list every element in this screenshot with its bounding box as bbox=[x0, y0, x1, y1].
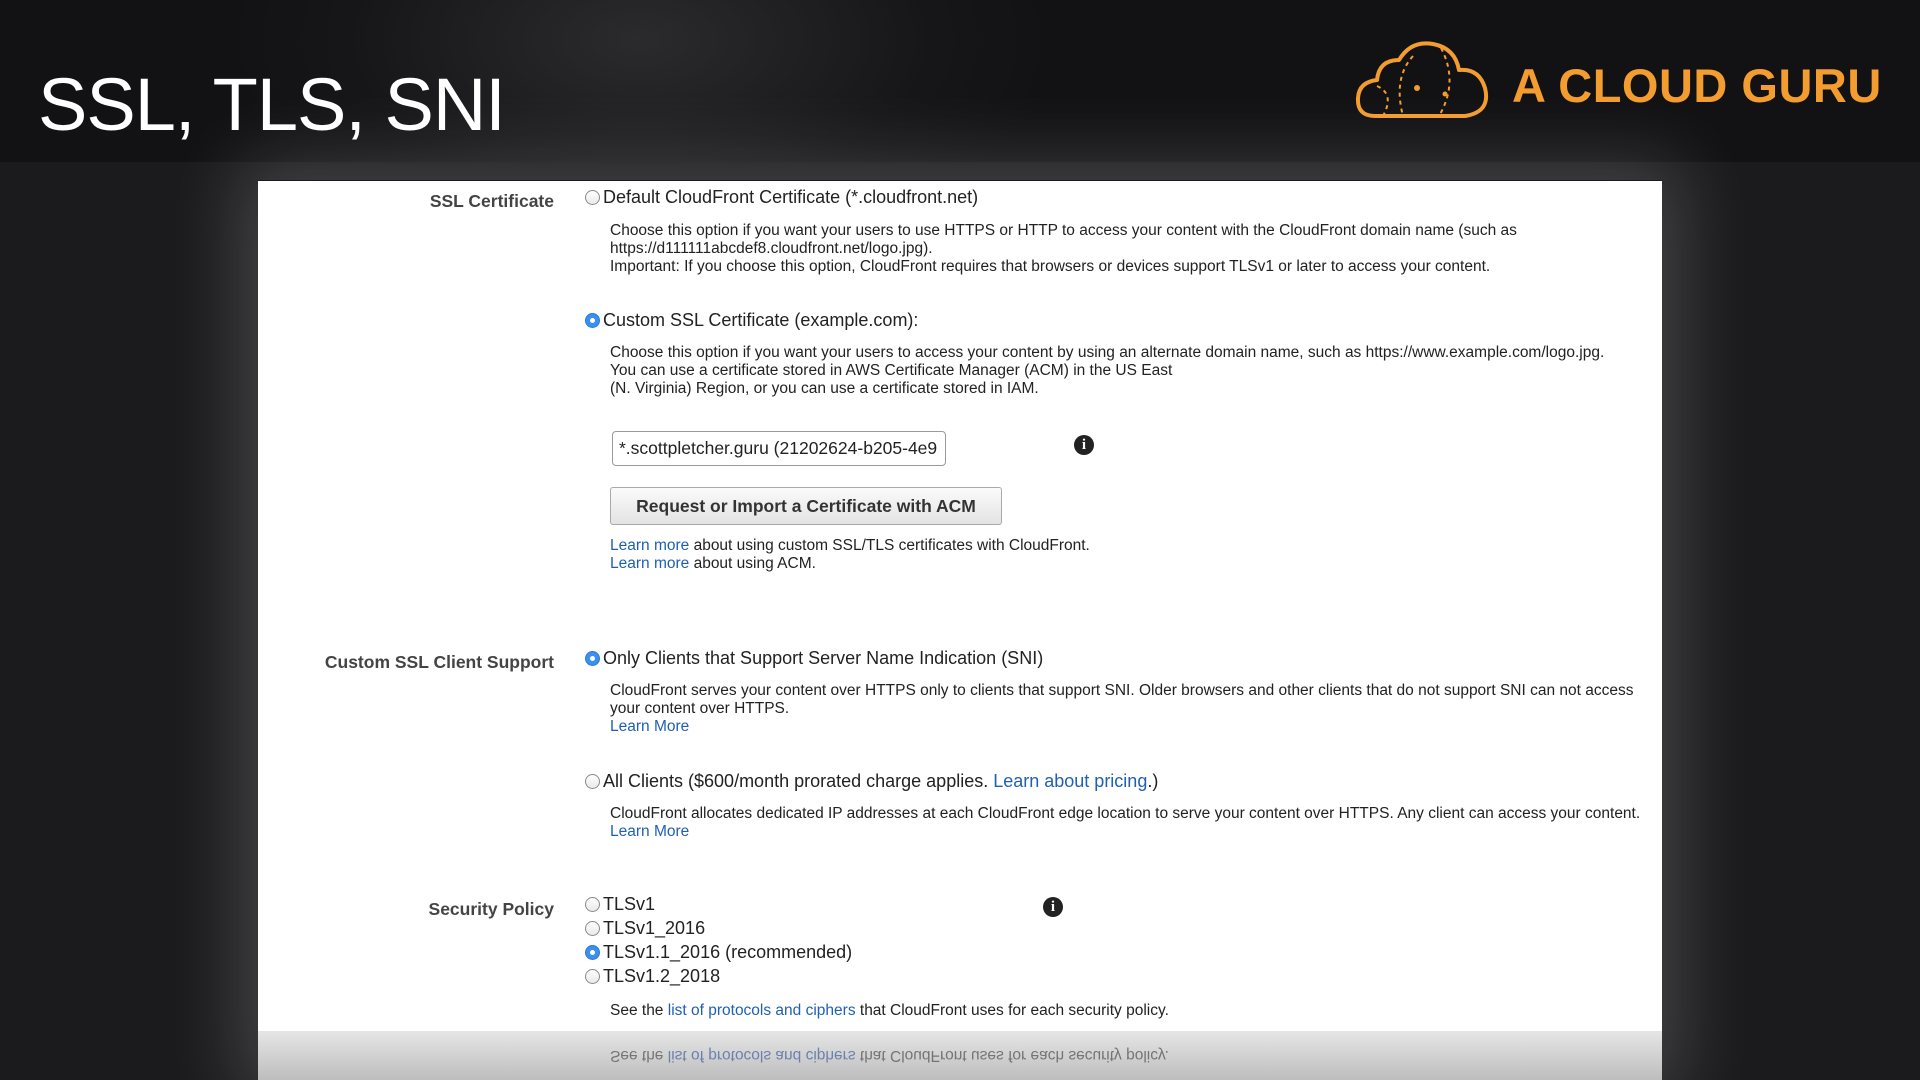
policy-radio[interactable] bbox=[585, 921, 600, 936]
learn-more-line-1: Learn more about using custom SSL/TLS ce… bbox=[610, 537, 1090, 555]
note-text: that CloudFront uses for each security p… bbox=[855, 1002, 1169, 1019]
custom-certificate-description: Choose this option if you want your user… bbox=[610, 344, 1604, 398]
policy-option-label: TLSv1 bbox=[603, 894, 656, 914]
all-clients-description: CloudFront allocates dedicated IP addres… bbox=[610, 805, 1640, 841]
slide-header: SSL, TLS, SNI A CLOUD GURU bbox=[0, 0, 1920, 162]
security-policy-label: Security Policy bbox=[428, 899, 554, 919]
desc-line: CloudFront allocates dedicated IP addres… bbox=[610, 805, 1641, 822]
info-icon[interactable]: i bbox=[1043, 897, 1063, 917]
sni-radio[interactable] bbox=[585, 651, 600, 666]
certificate-select-value: *.scottpletcher.guru (21202624-b205-4e9 bbox=[619, 438, 938, 458]
learn-more-acm-link[interactable]: Learn more bbox=[610, 555, 689, 572]
policy-option-label: TLSv1.1_2016 (recommended) bbox=[603, 942, 853, 962]
desc-line: You can use a certificate stored in AWS … bbox=[610, 362, 1173, 379]
info-icon[interactable]: i bbox=[1074, 435, 1094, 455]
reflected-text: that CloudFront uses for each security p… bbox=[855, 1047, 1169, 1064]
learn-more-line-2: Learn more about using ACM. bbox=[610, 555, 1090, 573]
desc-line: Choose this option if you want your user… bbox=[610, 222, 1517, 239]
policy-option-label: TLSv1.2_2018 bbox=[603, 966, 721, 986]
note-text: See the bbox=[610, 1002, 668, 1019]
learn-more-text: about using custom SSL/TLS certificates … bbox=[689, 537, 1090, 554]
certificate-select[interactable]: *.scottpletcher.guru (21202624-b205-4e9 bbox=[612, 431, 946, 466]
cloudfront-ssl-settings-panel: SSL Certificate Default CloudFront Certi… bbox=[258, 181, 1662, 1031]
default-certificate-description: Choose this option if you want your user… bbox=[610, 222, 1517, 276]
ssl-certificate-label: SSL Certificate bbox=[429, 191, 554, 211]
protocols-ciphers-link[interactable]: list of protocols and ciphers bbox=[668, 1002, 856, 1019]
default-certificate-label: Default CloudFront Certificate (*.cloudf… bbox=[603, 187, 979, 207]
desc-line: CloudFront serves your content over HTTP… bbox=[610, 682, 1634, 699]
desc-line: your content over HTTPS. bbox=[610, 700, 790, 717]
client-support-label: Custom SSL Client Support bbox=[324, 652, 554, 672]
policy-option-tlsv1[interactable]: TLSv1 bbox=[585, 894, 655, 915]
desc-line: Important: If you choose this option, Cl… bbox=[610, 258, 1491, 275]
learn-more-certificates: Learn more about using custom SSL/TLS ce… bbox=[610, 537, 1090, 573]
panel-reflection: See the list of protocols and ciphers th… bbox=[258, 1031, 1662, 1080]
sni-learn-more-link[interactable]: Learn More bbox=[610, 718, 689, 735]
policy-option-tlsv1-2016[interactable]: TLSv1_2016 bbox=[585, 918, 705, 939]
request-certificate-button[interactable]: Request or Import a Certificate with ACM bbox=[610, 487, 1002, 525]
custom-certificate-label: Custom SSL Certificate (example.com): bbox=[603, 310, 919, 330]
policy-radio[interactable] bbox=[585, 897, 600, 912]
policy-option-tlsv1-2-2018[interactable]: TLSv1.2_2018 bbox=[585, 966, 720, 987]
learn-more-ssl-link[interactable]: Learn more bbox=[610, 537, 689, 554]
policy-radio[interactable] bbox=[585, 969, 600, 984]
all-clients-option[interactable]: All Clients ($600/month prorated charge … bbox=[585, 771, 1158, 792]
security-policy-note: See the list of protocols and ciphers th… bbox=[610, 1002, 1169, 1020]
sni-label: Only Clients that Support Server Name In… bbox=[603, 648, 1044, 668]
desc-line: Choose this option if you want your user… bbox=[610, 344, 1605, 361]
desc-line: https://d111111abcdef8.cloudfront.net/lo… bbox=[610, 240, 933, 257]
policy-option-label: TLSv1_2016 bbox=[603, 918, 706, 938]
reflected-note: See the list of protocols and ciphers th… bbox=[610, 1046, 1169, 1064]
reflected-text: See the bbox=[610, 1047, 668, 1064]
default-certificate-radio[interactable] bbox=[585, 190, 600, 205]
all-clients-learn-more-link[interactable]: Learn More bbox=[610, 823, 689, 840]
policy-radio[interactable] bbox=[585, 945, 600, 960]
pricing-link[interactable]: Learn about pricing bbox=[993, 771, 1147, 791]
sni-option[interactable]: Only Clients that Support Server Name In… bbox=[585, 648, 1043, 669]
learn-more-text: about using ACM. bbox=[689, 555, 816, 572]
all-clients-label: All Clients ($600/month prorated charge … bbox=[603, 771, 994, 791]
reflected-link: list of protocols and ciphers bbox=[667, 1047, 856, 1064]
custom-certificate-radio[interactable] bbox=[585, 313, 600, 328]
cloud-logo-icon bbox=[1355, 41, 1488, 118]
all-clients-label-suffix: .) bbox=[1147, 771, 1159, 791]
custom-certificate-option[interactable]: Custom SSL Certificate (example.com): bbox=[585, 310, 918, 331]
policy-option-tlsv1-1-2016[interactable]: TLSv1.1_2016 (recommended) bbox=[585, 942, 852, 963]
brand-name: A CLOUD GURU bbox=[1512, 59, 1882, 112]
slide-title: SSL, TLS, SNI bbox=[38, 63, 506, 146]
all-clients-radio[interactable] bbox=[585, 774, 600, 789]
default-certificate-option[interactable]: Default CloudFront Certificate (*.cloudf… bbox=[585, 187, 978, 208]
sni-description: CloudFront serves your content over HTTP… bbox=[610, 682, 1634, 736]
desc-line: (N. Virginia) Region, or you can use a c… bbox=[610, 380, 1039, 397]
